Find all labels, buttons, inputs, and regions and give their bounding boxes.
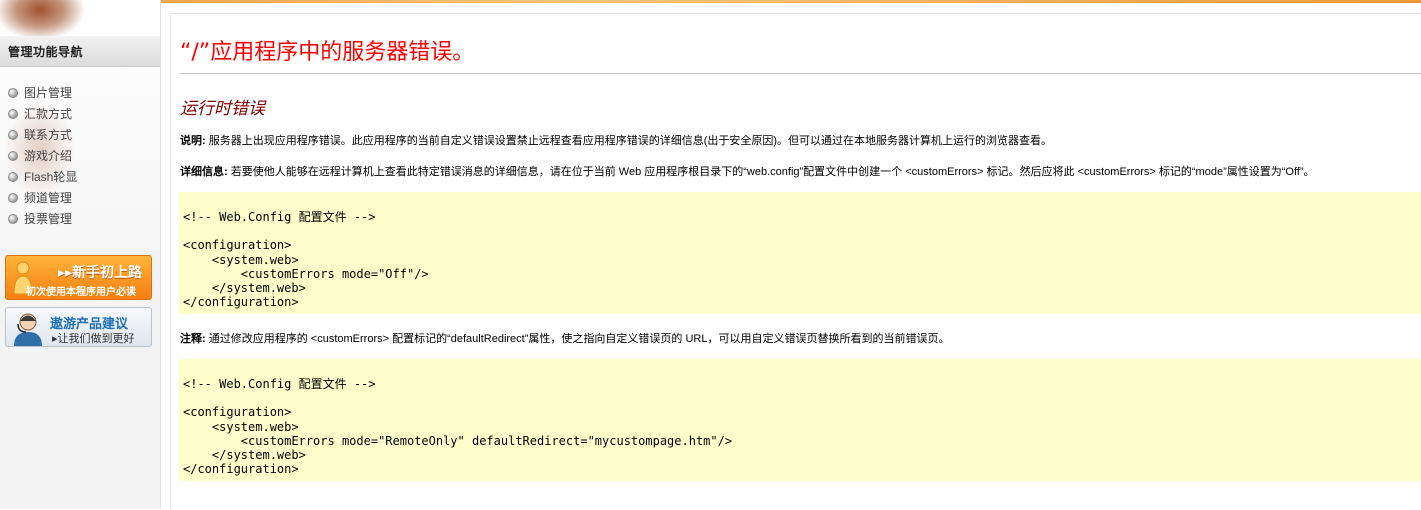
bullet-icon [8,87,18,98]
bullet-icon [8,108,18,119]
details-text: 若要使他人能够在远程计算机上查看此特定错误消息的详细信息，请在位于当前 Web … [227,166,1315,178]
sidebar-item-votes[interactable]: 投票管理 [8,208,77,229]
details-label: 详细信息: [180,166,228,178]
bullet-icon [8,192,18,203]
sidebar-item-label: 频道管理 [24,191,73,205]
sidebar-item-label: Flash轮显 [24,170,78,184]
product-suggestion-banner[interactable]: 遨游产品建议 ▸让我们做到更好 [5,307,152,347]
sidebar-title: 管理功能导航 [8,45,84,59]
config-code-block-off: <!-- Web.Config 配置文件 --> <configuration>… [179,192,1421,314]
sidebar-item-label: 联系方式 [24,128,73,142]
newbie-guide-banner[interactable]: ▸▸新手初上路 初次使用本程序用户必读 [5,255,152,300]
description-paragraph: 说明: 服务器上出现应用程序错误。此应用程序的当前自定义错误设置禁止远程查看应用… [180,132,1052,148]
note-paragraph: 注释: 通过修改应用程序的 <customErrors> 配置标记的“defau… [180,330,949,346]
bullet-icon [8,150,18,161]
sidebar-item-images[interactable]: 图片管理 [8,82,77,103]
support-agent-icon [14,313,42,346]
error-type-heading: 运行时错误 [180,99,265,119]
config-code-remote: <!-- Web.Config 配置文件 --> <configuration>… [183,377,733,477]
page-title: “/”应用程序中的服务器错误。 [180,40,475,65]
newbie-guide-subtitle: 初次使用本程序用户必读 [26,287,136,298]
sidebar: 管理功能导航 图片管理 汇款方式 联系方式 游戏介绍 Flash轮显 频道管理 [0,0,161,509]
note-text: 通过修改应用程序的 <customErrors> 配置标记的“defaultRe… [205,333,950,345]
sidebar-item-contact[interactable]: 联系方式 [8,124,77,145]
sidebar-item-label: 游戏介绍 [24,149,73,163]
description-text: 服务器上出现应用程序错误。此应用程序的当前自定义错误设置禁止远程查看应用程序错误… [205,135,1053,147]
sidebar-item-game-intro[interactable]: 游戏介绍 [8,145,77,166]
sidebar-item-label: 投票管理 [24,212,73,226]
suggestion-subtitle: ▸让我们做到更好 [52,333,135,345]
description-label: 说明: [180,135,206,147]
note-label: 注释: [180,333,206,345]
sidebar-item-payment[interactable]: 汇款方式 [8,103,77,124]
error-content: “/”应用程序中的服务器错误。 运行时错误 说明: 服务器上出现应用程序错误。此… [170,13,1421,510]
top-accent-strip [0,0,1421,3]
sidebar-item-label: 图片管理 [24,86,73,100]
sidebar-nav: 图片管理 汇款方式 联系方式 游戏介绍 Flash轮显 频道管理 投票管理 [8,82,77,229]
sidebar-header: 管理功能导航 [0,36,160,67]
newbie-guide-title: ▸▸新手初上路 [58,264,143,280]
sidebar-item-flash[interactable]: Flash轮显 [8,166,77,187]
title-divider [180,73,1421,74]
config-code-block-remote: <!-- Web.Config 配置文件 --> <configuration>… [179,359,1421,481]
bullet-icon [8,129,18,140]
bullet-icon [8,213,18,224]
sidebar-item-channels[interactable]: 频道管理 [8,187,77,208]
sidebar-item-label: 汇款方式 [24,107,73,121]
details-paragraph: 详细信息: 若要使他人能够在远程计算机上查看此特定错误消息的详细信息，请在位于当… [180,163,1315,179]
bullet-icon [8,171,18,182]
config-code-off: <!-- Web.Config 配置文件 --> <configuration>… [183,210,429,310]
